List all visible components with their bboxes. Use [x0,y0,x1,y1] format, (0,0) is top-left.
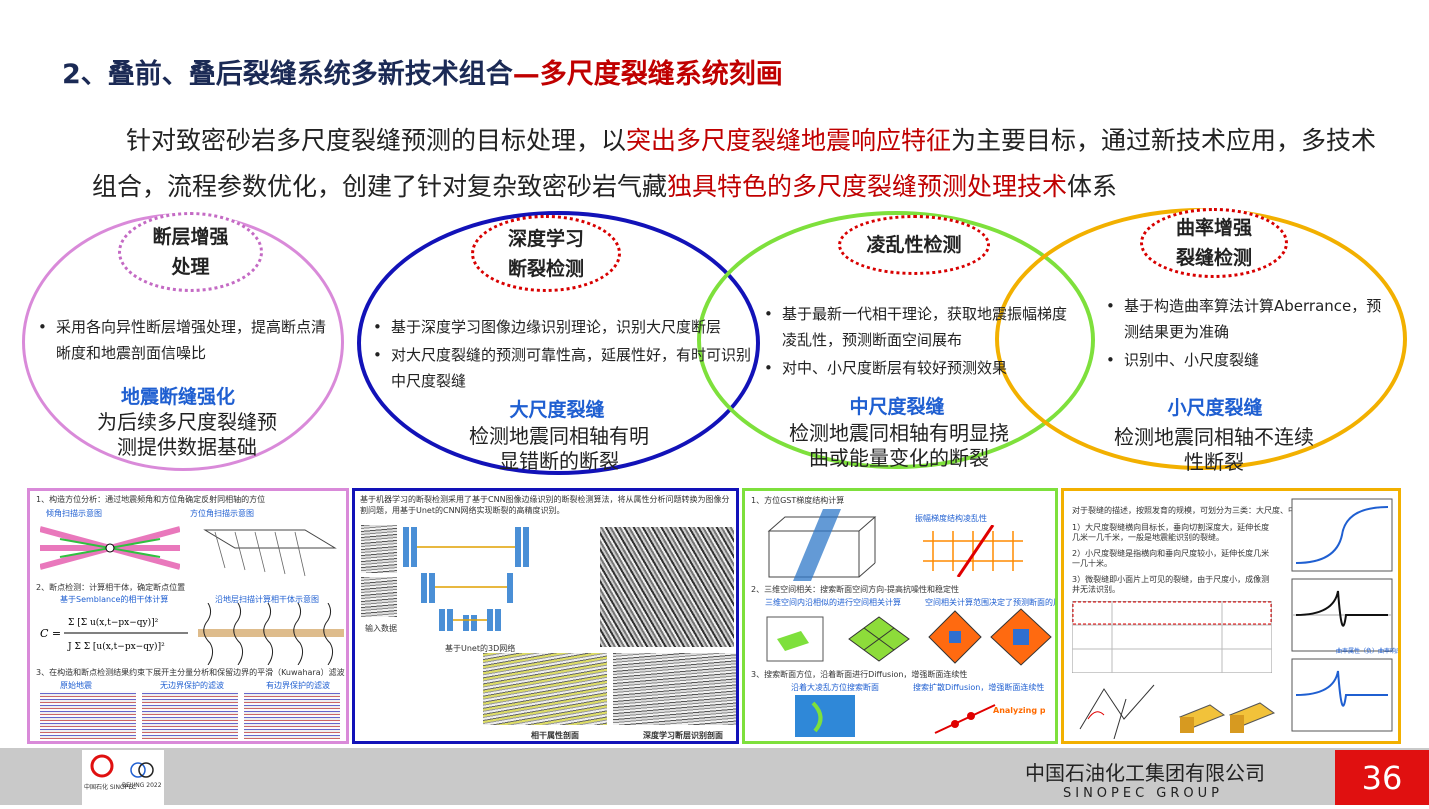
panel1-label-semblance: 基于Semblance的相干体计算 [60,595,169,604]
scale-label-medium: 中尺度裂缝 [849,396,945,418]
dl-fault-section-image [613,653,736,725]
sinopec-logo: 中国石化 SINOPEC BEIJING 2022 [82,750,164,805]
bullets-chaos: 基于最新一代相干理论，获取地震振幅梯度凌乱性，预测断面空间展布 对中、小尺度断层… [762,301,1070,383]
panel-curvature: 对于裂缝的描述，按照发育的规模，可划分为三类：大尺度、中尺度和微裂缝。 1）大尺… [1061,488,1401,744]
panel4-line-1: 1）大尺度裂缝横向目标长，垂向切割深度大，延伸长度几米一几千米，一般是地震能识别… [1072,523,1270,542]
spatial-correlation-figure [766,616,910,662]
panel4-line-3: 3）微裂缝即小面片上可见的裂缝，由于尺度小，成像测井无法识别。 [1072,575,1270,594]
filtered-seismic-image [142,691,238,739]
panel4-line-2: 2）小尺度裂缝是指横向和垂向尺度较小，延伸长度几米一几十米。 [1072,549,1270,568]
svg-text:J Σ Σ [u(x,t−px−qy)]²: J Σ Σ [u(x,t−px−qy)]² [67,641,165,652]
intro-highlight-2: 独具特色的多尺度裂缝预测处理技术 [667,172,1068,201]
fault-search-figure [795,695,855,737]
tag-fault-enhance: 断层增强处理 [118,212,263,292]
panel3-label-gradient: 振幅梯度结构凌乱性 [915,514,987,523]
panel2-label-coherence: 相干属性剖面 [531,731,579,740]
scale-label-large: 大尺度裂缝 [509,399,605,421]
dip-scan-figure [40,526,180,570]
curvature-response-chart: 曲率属性（负）曲率响应特征 [1291,498,1398,732]
panel3-label-diffusion: 搜索扩散Diffusion，增强断面连续性 [913,683,1045,692]
slide-title: 2、叠前、叠后裂缝系统多新技术组合—多尺度裂缝系统刻画 [62,52,783,91]
bullet-item: 对大尺度裂缝的预测可靠性高，延展性好，有时可识别中尺度裂缝 [371,342,757,394]
intro-highlight-1: 突出多尺度裂缝地震响应特征 [626,126,952,155]
bullets-deep-learning: 基于深度学习图像边缘识别理论，识别大尺度断层 对大尺度裂缝的预测可靠性高，延展性… [371,314,757,396]
semblance-formula-figure: C = Σ [Σ u(x,t−px−qy)]² J Σ Σ [u(x,t−px−… [40,617,188,652]
company-name: 中国石油化工集团有限公司 [1025,761,1265,785]
panel3-label-search: 沿着大凌乱方位搜索断面 [791,683,879,692]
panel1-label-dip: 倾角扫描示意图 [46,509,102,518]
panel3-label-corr: 三维空间内沿相似的进行空间相关计算 [765,598,901,607]
panel1-line-2: 2、断点检测：计算相干体，确定断点位置 [36,583,186,592]
panel1-label-no-boundary: 无边界保护的滤波 [160,681,224,690]
fault-sketch-figure [1079,684,1155,739]
scale-label-fault-enhance: 地震断缝强化 [120,386,235,408]
panel4-curvature-label: 曲率属性（负）曲率响应特征 [1336,647,1398,655]
title-highlight: —多尺度裂缝系统刻画 [512,59,783,90]
panel2-label-dl: 深度学习断层识别剖面 [643,731,723,740]
scale-label-small: 小尺度裂缝 [1167,397,1263,419]
panel3-line-3: 3、搜索断面方位，沿着断面进行Diffusion，增强断面连续性 [751,670,968,679]
svg-text:Σ [Σ u(x,t−px−qy)]²: Σ [Σ u(x,t−px−qy)]² [68,617,159,628]
gradient-arrows-figure [923,525,1023,577]
bullets-fault-enhance: 采用各向异性断层增强处理，提高断点清晰度和地震剖面信噪比 [36,314,338,368]
intro-text-3: 体系 [1067,172,1118,201]
tag-chaos: 凌乱性检测 [838,215,990,275]
azimuth-scan-figure [203,529,337,577]
fault-sample-grid [600,527,734,647]
tag-deep-learning: 深度学习断裂检测 [471,215,621,292]
fracture-table-figure [1072,601,1272,673]
panel3-line-1: 1、方位GST梯度结构计算 [751,496,845,505]
bullet-item: 采用各向异性断层增强处理，提高断点清晰度和地震剖面信噪比 [36,314,338,366]
panel3-line-2: 2、三维空间相关：搜索断面空间方向-提高抗噪性和稳定性 [751,585,959,594]
panel1-line-3: 3、在构造和断点检测结果约束下展开主分量分析和保留边界的平滑（Kuwahara）… [36,668,345,677]
svg-text:C =: C = [40,627,61,640]
tag-curvature: 曲率增强裂缝检测 [1140,208,1288,278]
desc-medium: 检测地震同相轴有明显挠曲或能量变化的断裂 [789,421,1009,470]
sinopec-logo-mark [90,754,154,778]
bullet-item: 基于最新一代相干理论，获取地震振幅梯度凌乱性，预测断面空间展布 [762,301,1070,353]
bullet-item: 对中、小尺度断层有较好预测效果 [762,355,1070,381]
page-number: 36 [1335,750,1429,805]
desc-small: 检测地震同相轴不连续性断裂 [1114,425,1314,474]
panel-fault-enhance: 1、构造方位分析：通过地震频角和方位角确定反射同相轴的方位 倾角扫描示意图 方位… [27,488,349,744]
panel1-line-1: 1、构造方位分析：通过地震频角和方位角确定反射同相轴的方位 [36,495,266,504]
trace-coherence-figure [198,603,344,665]
desc-large: 检测地震同相轴有明显错断的断裂 [469,424,649,473]
gst-cube-figure [767,509,877,581]
panel2-desc: 基于机器学习的断裂检测采用了基于CNN图像边缘识别的断裂检测算法，将从属性分析问… [360,495,730,515]
fault-blocks-figure [1178,702,1276,733]
unet-diagram [403,527,529,631]
diffusion-figure: Analyzing point [934,704,1045,734]
input-data-image [361,525,397,573]
panel1-label-boundary: 有边界保护的滤波 [266,681,330,690]
panel3-analyzing-point: Analyzing point [993,706,1045,715]
panel2-label-input: 输入数据 [365,624,397,633]
panel1-label-raw: 原始地震 [60,681,92,690]
desc-fault-enhance: 为后续多尺度裂缝预测提供数据基础 [97,410,277,459]
bullet-item: 识别中、小尺度裂缝 [1104,347,1394,373]
boundary-filtered-image [244,691,340,739]
panel-chaos: 1、方位GST梯度结构计算 振幅梯度结构凌乱性 2、三维空间相关：搜索断面空间方… [742,488,1058,744]
intro-text-1: 针对致密砂岩多尺度裂缝预测的目标处理，以 [126,126,627,155]
logo-text-beijing: BEIJING 2022 [122,782,162,789]
company-english: SINOPEC GROUP [1063,786,1223,801]
input-data-image [361,577,397,617]
raw-seismic-image [40,691,136,739]
bullet-item: 基于深度学习图像边缘识别理论，识别大尺度断层 [371,314,757,340]
bullets-curvature: 基于构造曲率算法计算Aberrance，预测结果更为准确 识别中、小尺度裂缝 [1104,293,1394,375]
scale-grid-figure [928,608,1052,666]
title-prefix: 2、叠前、叠后裂缝系统多新技术组合 [62,59,513,90]
bullet-item: 基于构造曲率算法计算Aberrance，预测结果更为准确 [1104,293,1394,345]
intro-paragraph: 针对致密砂岩多尺度裂缝预测的目标处理，以突出多尺度裂缝地震响应特征为主要目标，通… [92,118,1392,210]
panel-deep-learning: 基于机器学习的断裂检测采用了基于CNN图像边缘识别的断裂检测算法，将从属性分析问… [352,488,739,744]
coherence-section-image [483,653,607,725]
